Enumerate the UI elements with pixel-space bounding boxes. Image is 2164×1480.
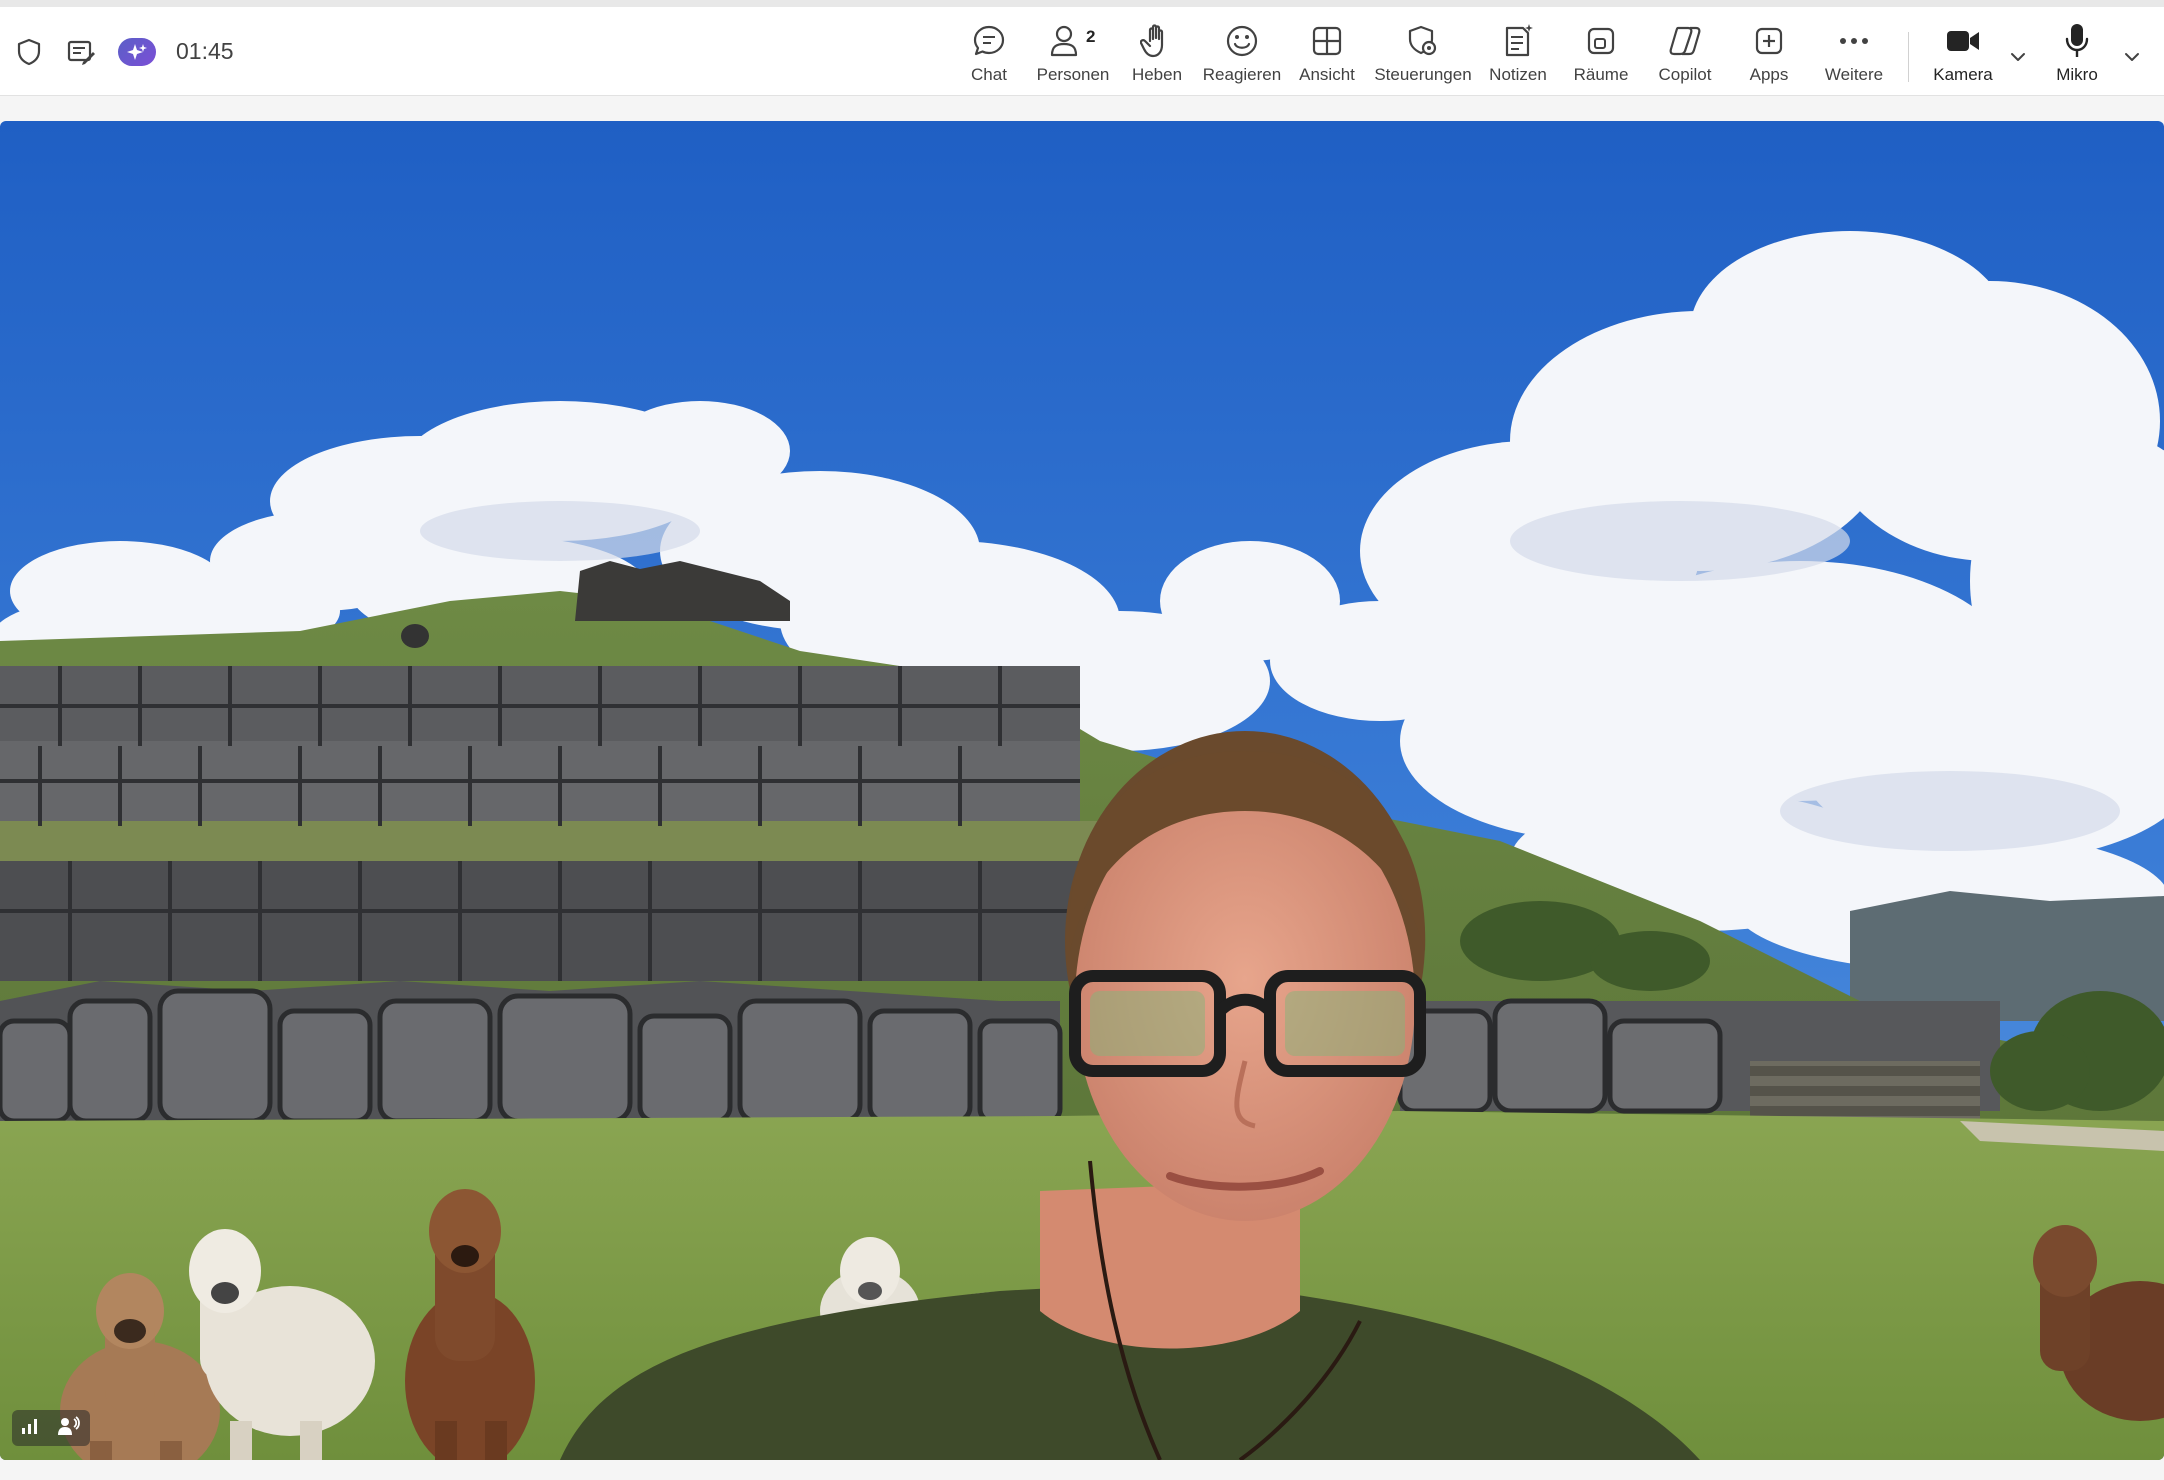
meeting-info-group: 01:45 [14,7,234,96]
window-top-strip [0,0,2164,7]
view-label: Ansicht [1299,65,1355,84]
more-label: Weitere [1824,65,1884,84]
copilot-sparkle-icon[interactable] [118,37,156,66]
raise-hand-button[interactable]: Heben [1109,21,1205,95]
camera-label: Kamera [1933,65,1993,84]
microphone-options-chevron-icon[interactable] [2118,43,2146,71]
copilot-button[interactable]: Copilot [1637,21,1733,95]
toolbar-divider [1908,32,1909,82]
copilot-label: Copilot [1658,65,1712,84]
video-camera-icon [1943,21,1983,61]
video-background-scene [0,121,2164,1460]
chat-button[interactable]: Chat [941,21,1037,95]
meeting-toolbar: 01:45 Chat 2 Personen Heben Reagieren An… [0,7,2164,96]
smiley-icon [1222,21,1262,61]
video-status-indicators [12,1410,90,1446]
add-app-icon [1749,21,1789,61]
shield-icon[interactable] [14,37,44,67]
chat-label: Chat [971,65,1007,84]
view-button[interactable]: Ansicht [1279,21,1375,95]
people-button[interactable]: 2 Personen [1025,21,1121,95]
grid-view-icon [1307,21,1347,61]
microphone-label: Mikro [2056,65,2098,84]
people-icon: 2 [1050,21,1096,61]
participant-video[interactable] [0,121,2164,1460]
controls-label: Steuerungen [1374,65,1472,84]
microphone-button[interactable]: Mikro [2029,21,2125,95]
raise-hand-icon [1137,21,1177,61]
more-dots-icon [1834,21,1874,61]
notes-edit-icon[interactable] [66,37,96,67]
notes-label: Notizen [1489,65,1547,84]
apps-label: Apps [1749,65,1789,84]
people-count-badge: 2 [1086,27,1096,46]
react-button[interactable]: Reagieren [1194,21,1290,95]
rooms-button[interactable]: Räume [1553,21,1649,95]
more-button[interactable]: Weitere [1806,21,1902,95]
apps-button[interactable]: Apps [1721,21,1817,95]
camera-options-chevron-icon[interactable] [2004,43,2032,71]
microphone-icon [2057,21,2097,61]
notes-icon [1498,21,1538,61]
shield-gear-icon [1403,21,1443,61]
react-label: Reagieren [1202,65,1282,84]
meeting-timer: 01:45 [176,38,234,64]
speaking-person-icon [57,1415,81,1441]
notes-button[interactable]: Notizen [1470,21,1566,95]
people-label: Personen [1036,65,1110,84]
breakout-rooms-icon [1581,21,1621,61]
rooms-label: Räume [1573,65,1629,84]
camera-button[interactable]: Kamera [1915,21,2011,95]
controls-button[interactable]: Steuerungen [1374,21,1472,95]
signal-bars-icon [21,1418,39,1439]
copilot-icon [1665,21,1705,61]
raise-hand-label: Heben [1131,65,1183,84]
chat-bubble-icon [969,21,1009,61]
